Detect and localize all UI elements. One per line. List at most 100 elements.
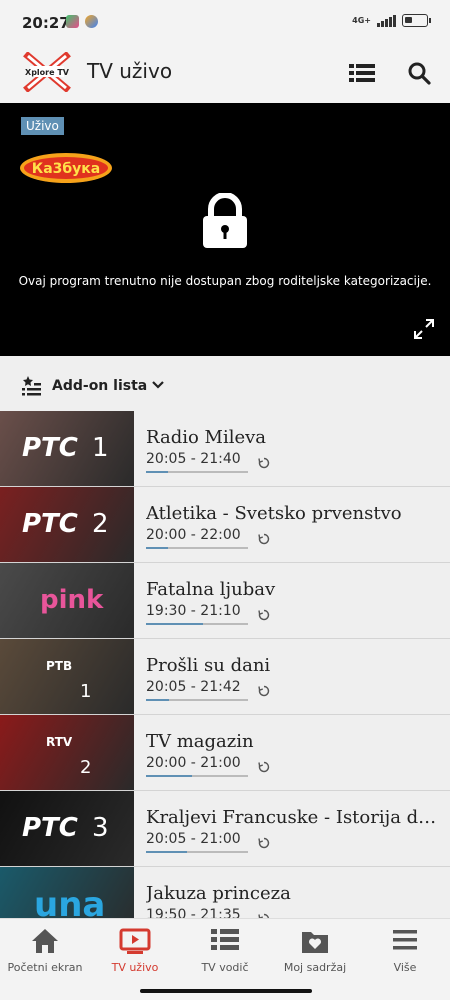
kazbuka-channel-logo: Ка3бука <box>20 153 112 183</box>
blocked-message: Ovaj program trenutno nije dostupan zbog… <box>18 274 432 288</box>
app-header: Xplore TV TV uživo <box>0 48 450 103</box>
lock-icon <box>203 193 247 248</box>
search-button[interactable] <box>404 58 434 88</box>
menu-icon <box>393 930 417 950</box>
program-title: Jakuza princeza <box>146 883 291 904</box>
bottom-navigation: Početni ekran TV uživo TV vodič Moj sadr… <box>0 918 450 986</box>
program-progress <box>146 851 248 853</box>
channel-logo: una <box>34 885 106 918</box>
channel-thumbnail: РТС 3 <box>0 791 134 866</box>
replay-icon[interactable] <box>258 758 270 777</box>
star-list-icon <box>22 376 41 396</box>
channel-row[interactable]: RTV 2 TV magazin 20:00 - 21:00 <box>0 715 450 791</box>
channel-logo: pink <box>40 585 104 615</box>
program-time: 20:05 - 21:00 <box>146 831 241 847</box>
channel-number: 2 <box>80 757 92 778</box>
battery-level <box>405 17 412 23</box>
program-progress-fill <box>146 775 192 777</box>
program-progress <box>146 699 248 701</box>
channel-row[interactable]: РТС 3 Kraljevi Francuske - Istorija du... 2… <box>0 791 450 867</box>
program-title: Radio Mileva <box>146 427 267 448</box>
addon-list-selector[interactable]: Add-on lista <box>0 356 450 411</box>
channel-logo-text: Ка3бука <box>32 161 100 177</box>
program-time: 20:00 - 22:00 <box>146 527 241 543</box>
nav-label: TV uživo <box>111 961 159 974</box>
channel-logo: РТС <box>22 433 78 463</box>
nav-item-tv-live[interactable]: TV uživo <box>90 919 180 986</box>
xplore-tv-logo[interactable]: Xplore TV <box>22 52 72 92</box>
program-title: TV magazin <box>146 731 254 752</box>
channel-thumbnail: РТС 1 <box>0 411 134 486</box>
signal-icon <box>377 14 396 27</box>
program-title: Prošli su dani <box>146 655 271 676</box>
channel-thumbnail: РТВ 1 <box>0 639 134 714</box>
gesture-area <box>0 986 450 1000</box>
home-icon <box>32 929 58 953</box>
guide-icon <box>211 929 239 950</box>
channel-row[interactable]: una Jakuza princeza 19:50 - 21:35 <box>0 867 450 918</box>
replay-icon[interactable] <box>258 454 270 473</box>
tv-icon <box>119 928 151 954</box>
channel-thumbnail: una <box>0 867 134 918</box>
folder-heart-icon <box>302 932 328 953</box>
page-title: TV uživo <box>87 59 173 83</box>
program-progress-fill <box>146 547 169 549</box>
channel-logo: РТС <box>22 509 78 539</box>
nav-item-my-content[interactable]: Moj sadržaj <box>270 919 360 986</box>
channel-logo: РТВ <box>46 659 73 673</box>
channel-logo: RTV <box>46 735 73 749</box>
channel-row[interactable]: РТВ 1 Prošli su dani 20:05 - 21:42 <box>0 639 450 715</box>
replay-icon[interactable] <box>258 682 270 701</box>
channel-row[interactable]: РТС 1 Radio Mileva 20:05 - 21:40 <box>0 411 450 487</box>
nav-label: Više <box>393 961 417 974</box>
channel-thumbnail: RTV 2 <box>0 715 134 790</box>
notification-icons <box>66 15 98 28</box>
channel-row[interactable]: pink Fatalna ljubav 19:30 - 21:10 <box>0 563 450 639</box>
program-progress-fill <box>146 699 170 701</box>
channel-row[interactable]: РТС 2 Atletika - Svetsko prvenstvo 20:00 - … <box>0 487 450 563</box>
list-view-button[interactable] <box>347 58 377 88</box>
search-icon <box>408 62 431 85</box>
video-player[interactable]: Uživo Ка3бука Ovaj program trenutno nije… <box>0 103 450 356</box>
app-notification-icon <box>85 15 98 28</box>
status-bar: 20:27 4G+ <box>0 0 450 48</box>
replay-icon[interactable] <box>258 910 270 918</box>
nav-label: Moj sadržaj <box>283 961 347 974</box>
gesture-bar[interactable] <box>140 989 312 993</box>
nav-item-home[interactable]: Početni ekran <box>0 919 90 986</box>
channel-thumbnail: РТС 2 <box>0 487 134 562</box>
program-progress-fill <box>146 851 187 853</box>
program-progress-fill <box>146 471 169 473</box>
nav-item-tv-guide[interactable]: TV vodič <box>180 919 270 986</box>
replay-icon[interactable] <box>258 606 270 625</box>
app-notification-icon <box>66 15 79 28</box>
live-badge: Uživo <box>21 117 64 135</box>
channel-number: 1 <box>92 433 109 463</box>
nav-item-more[interactable]: Više <box>360 919 450 986</box>
battery-icon <box>402 14 431 27</box>
status-time: 20:27 <box>22 14 70 32</box>
channel-logo: РТС <box>22 813 78 843</box>
channel-number: 1 <box>80 681 92 702</box>
status-indicators: 4G+ <box>352 14 431 27</box>
program-progress <box>146 547 248 549</box>
channel-number: 2 <box>92 509 109 539</box>
replay-icon[interactable] <box>258 530 270 549</box>
program-time: 19:50 - 21:35 <box>146 907 241 918</box>
program-progress <box>146 775 248 777</box>
addon-list-label: Add-on lista <box>52 378 148 394</box>
replay-icon[interactable] <box>258 834 270 853</box>
program-title: Kraljevi Francuske - Istorija du... <box>146 807 446 828</box>
program-time: 19:30 - 21:10 <box>146 603 241 619</box>
program-progress-fill <box>146 623 204 625</box>
program-time: 20:05 - 21:40 <box>146 451 241 467</box>
channel-number: 3 <box>92 813 109 843</box>
channel-list: РТС 1 Radio Mileva 20:05 - 21:40 РТС 2 Atletik… <box>0 411 450 918</box>
program-time: 20:05 - 21:42 <box>146 679 241 695</box>
channel-thumbnail: pink <box>0 563 134 638</box>
program-progress <box>146 471 248 473</box>
program-title: Fatalna ljubav <box>146 579 276 600</box>
program-title: Atletika - Svetsko prvenstvo <box>146 503 402 524</box>
list-icon <box>349 64 375 82</box>
fullscreen-icon[interactable] <box>414 319 434 339</box>
